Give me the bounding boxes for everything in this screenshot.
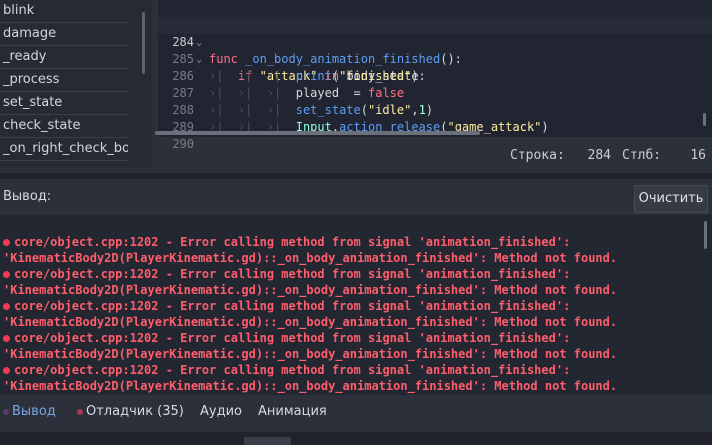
- output-log[interactable]: core/object.cpp:1202 - Error calling met…: [0, 215, 712, 395]
- line-value: 284: [587, 148, 611, 163]
- log-line: core/object.cpp:1202 - Error calling met…: [14, 267, 571, 281]
- tab-audio[interactable]: Аудио: [200, 404, 242, 419]
- editor-vertical-scrollbar[interactable]: [703, 113, 706, 126]
- column-value: 16: [690, 148, 706, 163]
- tab-output-label: Вывод: [12, 404, 56, 419]
- code-line: 286 ›| ›| ›| played = false: [158, 51, 712, 100]
- log-line: core/object.cpp:1202 - Error calling met…: [14, 331, 571, 345]
- output-scrollbar[interactable]: [704, 221, 707, 249]
- error-icon: [3, 271, 10, 278]
- log-entry: core/object.cpp:1202 - Error calling met…: [0, 362, 712, 378]
- output-header: Вывод:: [0, 181, 712, 215]
- log-entry-continued: 'KinematicBody2D(PlayerKinematic.gd)::_o…: [3, 347, 618, 361]
- log-entry: core/object.cpp:1202 - Error calling met…: [0, 298, 712, 314]
- log-entry-continued: 'KinematicBody2D(PlayerKinematic.gd)::_o…: [3, 315, 618, 329]
- code-line-current: 284 ⌄ ›| if "attack" in body_state:: [158, 17, 712, 83]
- log-line: core/object.cpp:1202 - Error calling met…: [14, 235, 571, 249]
- error-icon: [3, 303, 10, 310]
- output-title: Вывод:: [3, 189, 52, 204]
- method-list: blink damage _ready _process set_state c…: [0, 0, 151, 168]
- code-line: 285 ›| ›| ›| print("finished"): [158, 34, 712, 83]
- tab-debugger[interactable]: Отладчик (35): [77, 404, 184, 419]
- code-line: 288 ›| ›| ›| Input.action_release("game_…: [158, 85, 712, 134]
- bottom-grip[interactable]: [244, 437, 291, 445]
- panel-splitter[interactable]: [0, 173, 712, 179]
- method-item[interactable]: set_state: [0, 92, 128, 115]
- log-entry: core/object.cpp:1202 - Error calling met…: [0, 330, 712, 346]
- method-item[interactable]: _process: [0, 69, 128, 92]
- error-icon: [3, 239, 10, 246]
- code-line: 289: [158, 102, 712, 134]
- tab-animation[interactable]: Анимация: [258, 404, 327, 419]
- log-entry-continued: 'KinematicBody2D(PlayerKinematic.gd)::_o…: [3, 283, 618, 297]
- status-dot-icon: [3, 408, 9, 415]
- editor-horizontal-scrollbar[interactable]: [155, 131, 480, 135]
- method-item[interactable]: _ready: [0, 46, 128, 69]
- log-entry: core/object.cpp:1202 - Error calling met…: [0, 266, 712, 282]
- method-item[interactable]: _on_right_check_body_: [0, 138, 128, 161]
- status-dot-icon: [77, 408, 83, 415]
- tab-debugger-label: Отладчик (35): [86, 404, 184, 419]
- clear-button[interactable]: Очистить: [634, 185, 708, 213]
- method-item[interactable]: damage: [0, 23, 128, 46]
- tab-output[interactable]: Вывод: [3, 404, 56, 419]
- log-line: core/object.cpp:1202 - Error calling met…: [14, 299, 571, 313]
- cursor-status: Строка: 284 Стлб: 16: [158, 145, 712, 167]
- line-label: Строка:: [510, 148, 565, 163]
- bottom-panel-tabs: Вывод Отладчик (35) Аудио Анимация: [0, 397, 712, 427]
- error-icon: [3, 367, 10, 374]
- error-icon: [3, 335, 10, 342]
- log-entry-continued: 'KinematicBody2D(PlayerKinematic.gd)::_o…: [3, 251, 618, 265]
- code-editor[interactable]: 283 ⌄ func _on_body_animation_finished()…: [158, 0, 712, 151]
- bottom-bar: [0, 432, 712, 445]
- log-line: core/object.cpp:1202 - Error calling met…: [14, 363, 571, 377]
- code-line: 283 ⌄ func _on_body_animation_finished()…: [158, 0, 712, 66]
- method-list-scrollbar[interactable]: [142, 12, 145, 74]
- column-label: Стлб:: [622, 148, 662, 163]
- log-entry: core/object.cpp:1202 - Error calling met…: [0, 234, 712, 250]
- method-item[interactable]: check_state: [0, 115, 128, 138]
- method-item[interactable]: blink: [0, 0, 128, 23]
- log-entry-continued: 'KinematicBody2D(PlayerKinematic.gd)::_o…: [3, 379, 618, 393]
- code-line: 287 ›| ›| ›| set_state("idle",1): [158, 68, 712, 117]
